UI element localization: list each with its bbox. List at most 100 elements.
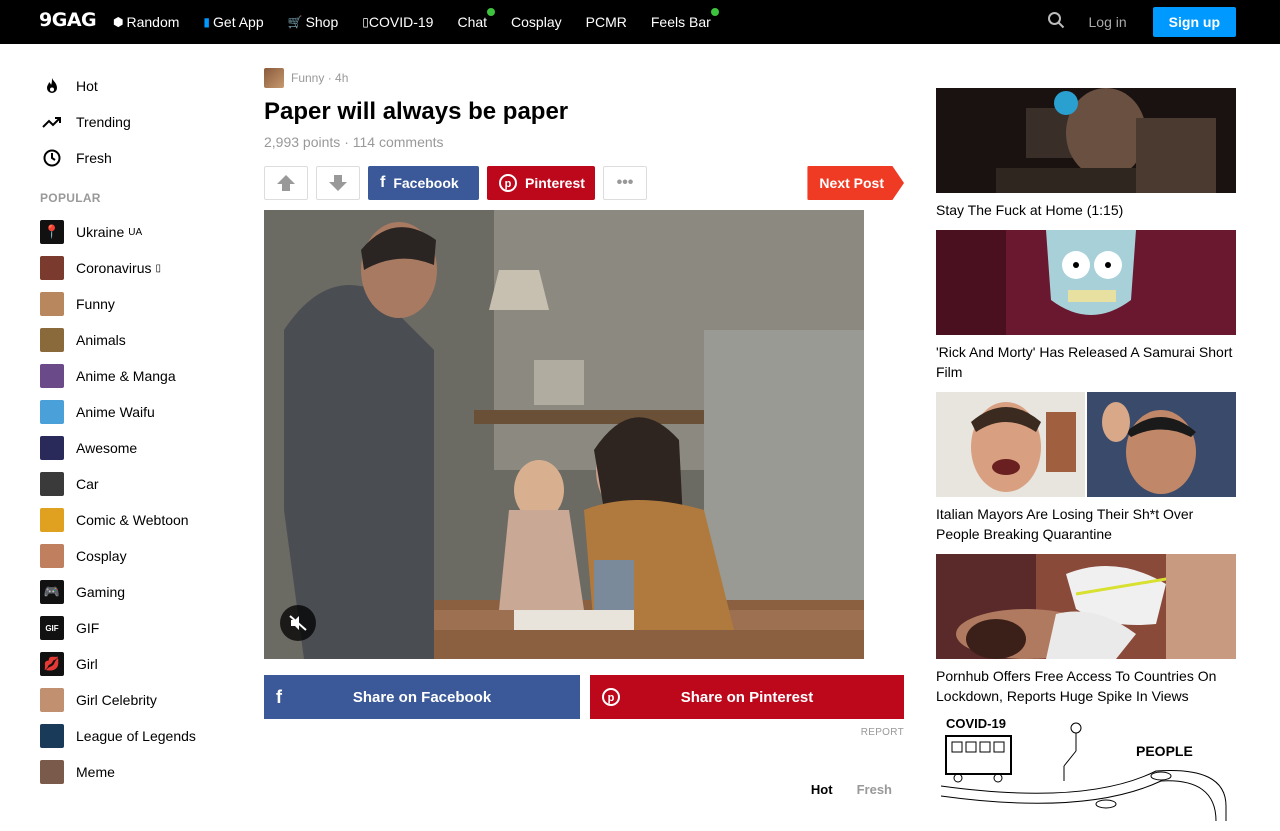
nav-label: COVID-19: [368, 14, 434, 30]
report-link[interactable]: REPORT: [264, 727, 904, 738]
sidebar-item-car[interactable]: Car: [40, 466, 230, 502]
recommended-thumbnail: [936, 554, 1236, 659]
sidebar-item-comic-webtoon[interactable]: Comic & Webtoon: [40, 502, 230, 538]
recommended-post[interactable]: Stay The Fuck at Home (1:15): [936, 88, 1236, 220]
section-link[interactable]: Funny: [291, 71, 324, 85]
sidebar-item-label: Gaming: [76, 584, 126, 600]
recommended-thumbnail: [936, 392, 1236, 497]
share-pinterest-label: Share on Pinterest: [680, 688, 814, 706]
sidebar-item-girl[interactable]: 💋 Girl: [40, 646, 230, 682]
facebook-share-button[interactable]: f Facebook: [368, 166, 479, 200]
nav-get-app[interactable]: ▮ Get App: [203, 14, 263, 30]
sidebar-item-meme[interactable]: Meme: [40, 754, 230, 790]
section-thumbnail: [40, 508, 64, 532]
points-link[interactable]: 2,993 points: [264, 134, 340, 150]
sidebar-item-league-of-legends[interactable]: League of Legends: [40, 718, 230, 754]
recommended-title: 'Rick And Morty' Has Released A Samurai …: [936, 344, 1233, 380]
sidebar-item-label: Girl Celebrity: [76, 692, 157, 708]
nav-label: Shop: [305, 14, 339, 30]
search-icon[interactable]: [1047, 11, 1065, 34]
comments-link[interactable]: 114 comments: [353, 134, 444, 150]
sidebar-item-ukraine[interactable]: 📍 Ukraine UA: [40, 214, 230, 250]
site-logo[interactable]: 9GAG: [39, 9, 97, 31]
more-options-button[interactable]: •••: [603, 166, 647, 200]
sidebar-item-label: Animals: [76, 332, 126, 348]
nav-label: Cosplay: [511, 14, 562, 30]
upvote-button[interactable]: [264, 166, 308, 200]
sidebar: Hot Trending Fresh POPULAR 📍 Ukraine UA Cor…: [40, 68, 230, 790]
downvote-button[interactable]: [316, 166, 360, 200]
sidebar-item-coronavirus[interactable]: Coronavirus ▯: [40, 250, 230, 286]
post-container: Funny · 4h Paper will always be paper 2,…: [264, 68, 904, 797]
post-title: Paper will always be paper: [264, 98, 569, 125]
night-mode-icon[interactable]: [1009, 12, 1023, 33]
nav-label: PCMR: [585, 14, 627, 30]
top-nav: ⬢ Random ▮ Get App 🛒 Shop ▯ COVID-19 Chat Co…: [113, 0, 735, 44]
sidebar-item-label: Meme: [76, 764, 115, 780]
share-pinterest-button[interactable]: p Share on Pinterest: [590, 675, 904, 719]
recommended-post[interactable]: Pornhub Offers Free Access To Countries …: [936, 554, 1236, 706]
nav-cosplay[interactable]: Cosplay: [511, 14, 562, 30]
svg-text:p: p: [608, 692, 615, 704]
recommended-title: Stay The Fuck at Home (1:15): [936, 202, 1124, 218]
pinterest-share-button[interactable]: p Pinterest: [487, 166, 595, 200]
share-facebook-button[interactable]: f Share on Facebook: [264, 675, 580, 719]
sidebar-item-label: Ukraine: [76, 224, 125, 240]
recommended-title: Italian Mayors Are Losing Their Sh*t Ove…: [936, 506, 1194, 542]
popular-sections: 📍 Ukraine UA Coronavirus ▯ Funny Animals Anime …: [40, 214, 230, 790]
section-thumbnail: [40, 364, 64, 388]
nav-covid[interactable]: ▯ COVID-19: [362, 14, 433, 30]
tab-fresh[interactable]: Fresh: [857, 782, 892, 797]
dice-icon: ⬢: [113, 15, 124, 29]
section-thumbnail: [40, 292, 64, 316]
section-suffix: UA: [128, 226, 143, 238]
sidebar-item-gif[interactable]: GIF GIF: [40, 610, 230, 646]
post-video[interactable]: [264, 210, 864, 659]
login-link[interactable]: Log in: [1089, 14, 1127, 30]
sidebar-item-anime-manga[interactable]: Anime & Manga: [40, 358, 230, 394]
nav-label: Feels Bar: [650, 14, 711, 30]
share-facebook-label: Share on Facebook: [352, 688, 492, 706]
header-actions: Log in Sign up: [1009, 0, 1236, 44]
sidebar-item-fresh[interactable]: Fresh: [40, 140, 230, 176]
sidebar-item-girl-celebrity[interactable]: Girl Celebrity: [40, 682, 230, 718]
nav-chat[interactable]: Chat: [457, 8, 496, 30]
mute-toggle[interactable]: [280, 605, 316, 641]
covid-icon: ▯: [362, 15, 369, 29]
sidebar-item-anime-waifu[interactable]: Anime Waifu: [40, 394, 230, 430]
nav-pcmr[interactable]: PCMR: [586, 14, 627, 30]
post-actions: f Facebook p Pinterest ••• Next Post: [264, 166, 904, 200]
share-bar: f Share on Facebook p Share on Pinterest: [264, 675, 904, 719]
sidebar-item-awesome[interactable]: Awesome: [40, 430, 230, 466]
section-avatar[interactable]: [264, 68, 284, 88]
section-thumbnail: 📍: [40, 220, 64, 244]
sidebar-item-label: GIF: [76, 620, 100, 636]
sidebar-item-funny[interactable]: Funny: [40, 286, 230, 322]
recommended-post[interactable]: Italian Mayors Are Losing Their Sh*t Ove…: [936, 392, 1236, 544]
facebook-label: Facebook: [393, 175, 459, 191]
pinterest-icon: p: [499, 174, 517, 192]
sidebar-item-gaming[interactable]: 🎮 Gaming: [40, 574, 230, 610]
sidebar-item-cosplay[interactable]: Cosplay: [40, 538, 230, 574]
sidebar-item-animals[interactable]: Animals: [40, 322, 230, 358]
facebook-icon: f: [276, 686, 282, 707]
nav-shop[interactable]: 🛒 Shop: [288, 14, 339, 30]
sidebar-item-label: Fresh: [76, 150, 112, 166]
sidebar-item-label: League of Legends: [76, 728, 196, 744]
sidebar-item-trending[interactable]: Trending: [40, 104, 230, 140]
sidebar-item-label: Anime & Manga: [76, 368, 176, 384]
facebook-icon: f: [380, 174, 386, 191]
tab-hot[interactable]: Hot: [811, 782, 833, 797]
recommended-post[interactable]: 'Rick And Morty' Has Released A Samurai …: [936, 230, 1236, 382]
signup-button[interactable]: Sign up: [1152, 7, 1236, 37]
popular-heading: POPULAR: [40, 191, 101, 205]
nav-random[interactable]: ⬢ Random: [113, 14, 179, 30]
sidebar-item-label: Trending: [76, 114, 131, 130]
recommended-post[interactable]: COVID-19 PEOPLE: [936, 716, 1236, 821]
nav-feels-bar[interactable]: Feels Bar: [650, 8, 719, 30]
recommended-posts: Stay The Fuck at Home (1:15) 'Rick And M…: [936, 88, 1236, 831]
sidebar-item-label: Comic & Webtoon: [76, 512, 189, 528]
sidebar-item-label: Girl: [76, 656, 98, 672]
sidebar-item-hot[interactable]: Hot: [40, 68, 230, 104]
next-post-button[interactable]: Next Post: [807, 166, 904, 200]
